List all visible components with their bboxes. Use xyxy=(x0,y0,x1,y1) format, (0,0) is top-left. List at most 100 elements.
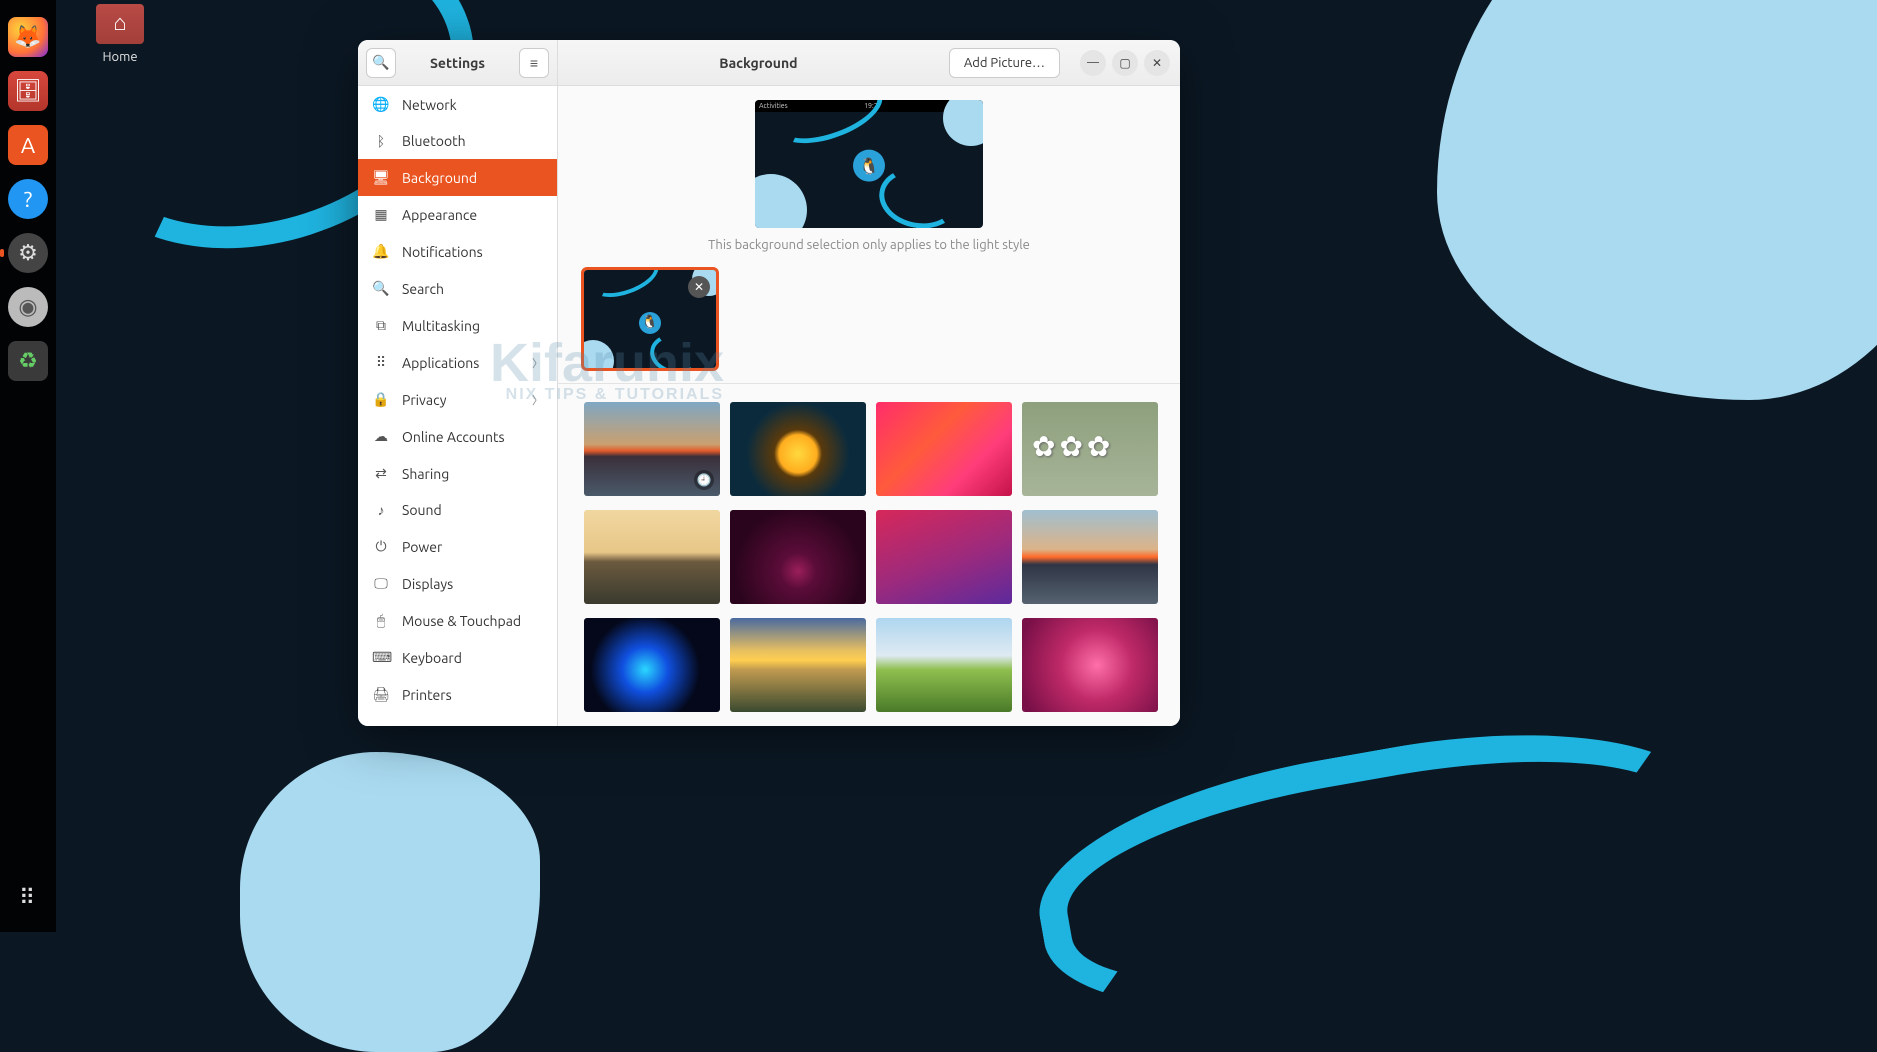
dock-settings[interactable]: ⚙ xyxy=(8,233,48,273)
wallpaper-blob-top-right xyxy=(1437,0,1877,400)
sidebar-item-label: Multitasking xyxy=(402,318,480,334)
sidebar-item-label: Displays xyxy=(402,576,453,592)
dock: 🦊 🗄 A ? ⚙ ◉ ♻ ⠿ xyxy=(0,0,56,932)
dock-trash[interactable]: ♻ xyxy=(8,341,48,381)
keyboard-icon: ⌨ xyxy=(372,649,390,666)
minimize-button[interactable]: — xyxy=(1080,50,1106,76)
wallpaper-blob-bottom-left xyxy=(240,752,540,1052)
timed-wallpaper-icon: 🕘 xyxy=(694,470,714,490)
sidebar-item-label: Search xyxy=(402,281,444,297)
wallpaper-thumb[interactable] xyxy=(730,402,866,496)
chevron-right-icon: 〉 xyxy=(532,392,543,408)
maximize-button[interactable]: ▢ xyxy=(1112,50,1138,76)
sidebar-item-keyboard[interactable]: ⌨ Keyboard xyxy=(358,639,557,676)
mouse-icon: 🖱 xyxy=(372,612,390,629)
sidebar-item-appearance[interactable]: ▦ Appearance xyxy=(358,196,557,233)
grid-icon: ⧉ xyxy=(372,317,390,334)
preview-activities: Activities xyxy=(759,102,788,110)
sidebar-item-label: Applications xyxy=(402,355,479,371)
sidebar-item-power[interactable]: ⏻ Power xyxy=(358,528,557,565)
dock-firefox[interactable]: 🦊 xyxy=(8,17,48,57)
lock-icon: 🔒 xyxy=(372,391,390,408)
thumb-ring xyxy=(586,270,663,305)
sidebar-item-notifications[interactable]: 🔔 Notifications xyxy=(358,233,557,270)
wallpaper-thumb[interactable] xyxy=(584,510,720,604)
printer-icon: 🖨 xyxy=(372,686,390,703)
bluetooth-icon: ᛒ xyxy=(372,133,390,149)
preview-blob xyxy=(755,174,807,228)
sidebar-item-label: Sound xyxy=(402,502,442,518)
thumb-blob xyxy=(584,340,614,368)
folder-icon xyxy=(96,4,144,44)
thumb-ring xyxy=(647,330,705,368)
preview-ring xyxy=(874,162,963,228)
sidebar-item-label: Appearance xyxy=(402,207,477,223)
search-icon: 🔍 xyxy=(372,280,390,297)
sidebar-item-search[interactable]: 🔍 Search xyxy=(358,270,557,307)
sidebar-item-applications[interactable]: ⠿ Applications 〉 xyxy=(358,344,557,381)
close-icon: ✕ xyxy=(694,280,704,294)
tux-icon: 🐧 xyxy=(639,312,661,334)
power-icon: ⏻ xyxy=(372,538,390,555)
wallpaper-thumb-custom[interactable]: 🐧 ✕ xyxy=(584,270,716,368)
dock-files[interactable]: 🗄 xyxy=(8,71,48,111)
wallpaper-thumb[interactable] xyxy=(1022,618,1158,712)
monitor-icon: 🖥 xyxy=(372,169,390,186)
dock-help[interactable]: ? xyxy=(8,179,48,219)
content-pane: Background Add Picture… — ▢ ✕ Activities… xyxy=(558,40,1180,726)
wallpaper-thumb[interactable] xyxy=(876,618,1012,712)
sidebar-item-displays[interactable]: 🖵 Displays xyxy=(358,565,557,602)
sidebar-item-label: Mouse & Touchpad xyxy=(402,613,521,629)
dock-software-store[interactable]: A xyxy=(8,125,48,165)
add-picture-button[interactable]: Add Picture… xyxy=(949,48,1060,78)
close-icon: ✕ xyxy=(1152,56,1162,70)
sidebar-item-sound[interactable]: ♪ Sound xyxy=(358,492,557,528)
note-icon: ♪ xyxy=(372,502,390,518)
close-button[interactable]: ✕ xyxy=(1144,50,1170,76)
wallpaper-thumb[interactable]: 🕘 xyxy=(584,402,720,496)
display-icon: 🖵 xyxy=(372,575,390,592)
sidebar-item-background[interactable]: 🖥 Background xyxy=(358,159,557,196)
remove-wallpaper-button[interactable]: ✕ xyxy=(688,276,710,298)
panel-title: Background xyxy=(568,55,949,71)
maximize-icon: ▢ xyxy=(1119,56,1130,70)
hamburger-menu-button[interactable]: ≡ xyxy=(519,48,549,78)
content-body: Activities 19:27 ▾ 🔊 ⏻ 🐧 This background… xyxy=(558,86,1180,726)
sidebar-item-sharing[interactable]: ⇄ Sharing xyxy=(358,455,557,492)
sidebar-item-online-accounts[interactable]: ☁ Online Accounts xyxy=(358,418,557,455)
sidebar-item-label: Bluetooth xyxy=(402,133,466,149)
tux-icon: 🐧 xyxy=(853,150,885,182)
wallpaper-thumb[interactable] xyxy=(584,618,720,712)
wallpaper-thumb[interactable] xyxy=(876,402,1012,496)
sidebar-item-label: Privacy xyxy=(402,392,446,408)
background-hint: This background selection only applies t… xyxy=(584,238,1154,252)
dock-disc[interactable]: ◉ xyxy=(8,287,48,327)
search-button[interactable]: 🔍 xyxy=(366,48,396,78)
sidebar-item-bluetooth[interactable]: ᛒ Bluetooth xyxy=(358,123,557,159)
sidebar-item-label: Sharing xyxy=(402,466,449,482)
sidebar-item-printers[interactable]: 🖨 Printers xyxy=(358,676,557,713)
sidebar-item-privacy[interactable]: 🔒 Privacy 〉 xyxy=(358,381,557,418)
bell-icon: 🔔 xyxy=(372,243,390,260)
sidebar-item-network[interactable]: 🌐 Network xyxy=(358,86,557,123)
settings-window: 🔍 Settings ≡ 🌐 Network ᛒ Bluetooth 🖥 Bac… xyxy=(358,40,1180,726)
desktop-icon-label: Home xyxy=(84,50,156,64)
sidebar-item-multitasking[interactable]: ⧉ Multitasking xyxy=(358,307,557,344)
wallpaper-thumb[interactable] xyxy=(1022,402,1158,496)
dock-show-apps[interactable]: ⠿ xyxy=(8,878,48,918)
sidebar-item-label: Notifications xyxy=(402,244,483,260)
sidebar-item-label: Online Accounts xyxy=(402,429,505,445)
apps-icon: ⠿ xyxy=(372,354,390,371)
background-preview-wrap: Activities 19:27 ▾ 🔊 ⏻ 🐧 This background… xyxy=(584,100,1154,252)
sidebar-title: Settings xyxy=(402,55,513,71)
wallpaper-thumb[interactable] xyxy=(730,510,866,604)
search-icon: 🔍 xyxy=(372,54,389,71)
separator xyxy=(558,383,1180,384)
desktop-icon-home[interactable]: Home xyxy=(84,4,156,64)
settings-sidebar: 🔍 Settings ≡ 🌐 Network ᛒ Bluetooth 🖥 Bac… xyxy=(358,40,558,726)
wallpaper-thumb[interactable] xyxy=(1022,510,1158,604)
sidebar-item-mouse[interactable]: 🖱 Mouse & Touchpad xyxy=(358,602,557,639)
wallpaper-thumb[interactable] xyxy=(876,510,1012,604)
wallpaper-thumb[interactable] xyxy=(730,618,866,712)
globe-icon: 🌐 xyxy=(372,96,390,113)
